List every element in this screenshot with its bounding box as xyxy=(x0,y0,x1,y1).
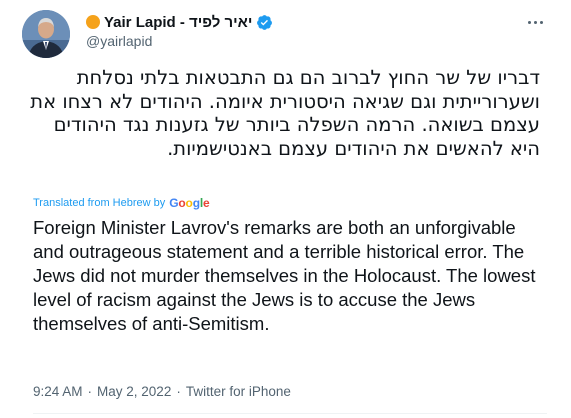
author-handle[interactable]: @yairlapid xyxy=(86,33,152,49)
avatar[interactable] xyxy=(22,10,70,58)
tweet-meta: 9:24 AM · May 2, 2022 · Twitter for iPho… xyxy=(33,384,291,399)
tweet-card: Yair Lapid - יאיר לפיד @yairlapid דבריו … xyxy=(0,0,571,418)
verified-badge-icon xyxy=(257,14,273,30)
meta-separator: · xyxy=(176,384,181,399)
tweet-date[interactable]: May 2, 2022 xyxy=(97,384,171,399)
translation-attribution: Translated from Hebrew by Google xyxy=(33,196,210,210)
more-options-button[interactable] xyxy=(523,12,547,32)
translated-from-label[interactable]: Translated from Hebrew by xyxy=(33,197,165,209)
tweet-text-english: Foreign Minister Lavrov's remarks are bo… xyxy=(33,217,536,334)
more-dot-icon xyxy=(539,20,543,24)
profile-photo-icon xyxy=(22,10,70,58)
more-dot-icon xyxy=(527,20,531,24)
tweet-source[interactable]: Twitter for iPhone xyxy=(186,384,291,399)
google-logo: Google xyxy=(169,196,210,210)
tweet-time[interactable]: 9:24 AM xyxy=(33,384,83,399)
meta-separator: · xyxy=(87,384,93,399)
more-dot-icon xyxy=(533,20,537,24)
divider xyxy=(33,413,547,414)
author-name-row[interactable]: Yair Lapid - יאיר לפיד xyxy=(86,12,273,32)
author-display-name[interactable]: Yair Lapid - יאיר לפיד xyxy=(104,14,252,31)
orange-dot-icon xyxy=(86,15,100,29)
tweet-text-hebrew: דבריו של שר החוץ לברוב הם גם התבטאות בלת… xyxy=(30,66,540,160)
